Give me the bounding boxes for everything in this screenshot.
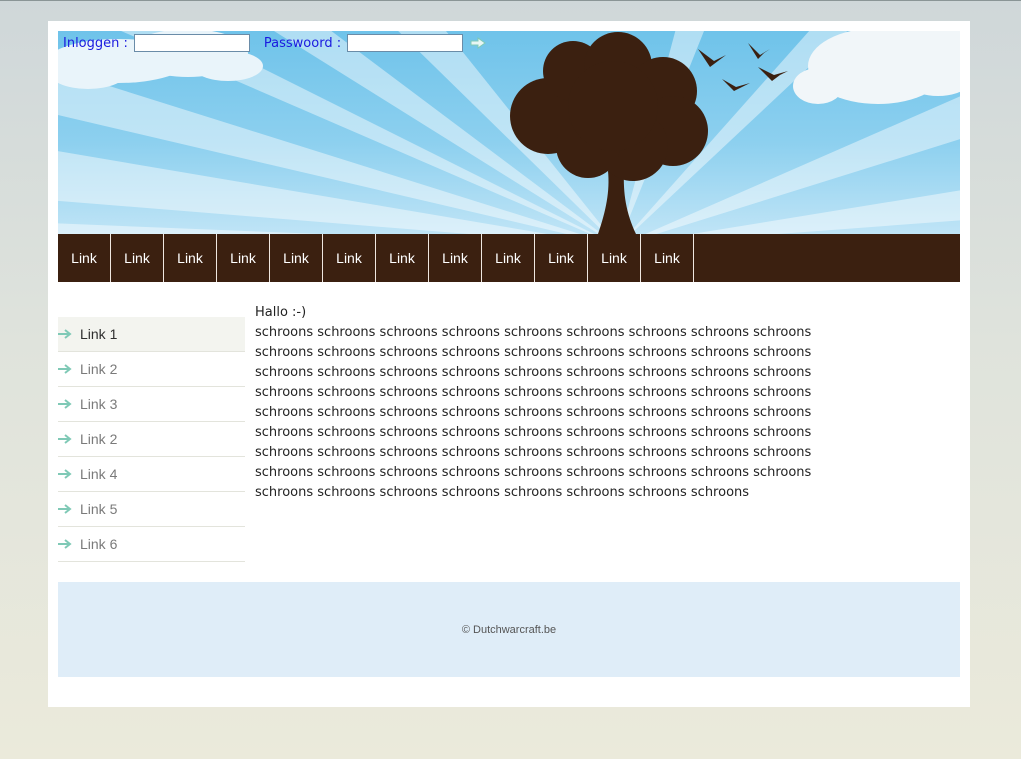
nav-link-11[interactable]: Link — [588, 234, 641, 282]
sidebar-item-label: Link 3 — [80, 396, 118, 412]
nav-link-2[interactable]: Link — [111, 234, 164, 282]
main-navigation: Link Link Link Link Link Link Link Link … — [58, 234, 960, 282]
arrow-right-icon — [58, 364, 72, 374]
nav-link-3[interactable]: Link — [164, 234, 217, 282]
username-label: Inloggen : — [63, 35, 128, 51]
sidebar-item-link-6[interactable]: Link 6 — [58, 527, 245, 562]
nav-link-8[interactable]: Link — [429, 234, 482, 282]
sidebar-item-label: Link 2 — [80, 361, 118, 377]
header-banner: Inloggen : Passwoord : — [58, 31, 960, 234]
password-label: Passwoord : — [263, 35, 342, 51]
arrow-right-icon — [58, 329, 72, 339]
nav-link-1[interactable]: Link — [58, 234, 111, 282]
sidebar-item-label: Link 2 — [80, 431, 118, 447]
sidebar-item-link-5[interactable]: Link 5 — [58, 492, 245, 527]
username-input[interactable] — [133, 34, 250, 52]
header-artwork — [58, 31, 960, 234]
arrow-right-icon — [58, 539, 72, 549]
sidebar-item-label: Link 6 — [80, 536, 118, 552]
nav-link-10[interactable]: Link — [535, 234, 588, 282]
sidebar-item-link-1[interactable]: Link 1 — [58, 317, 245, 352]
sidebar-item-link-2[interactable]: Link 2 — [58, 352, 245, 387]
arrow-right-icon — [470, 37, 486, 49]
arrow-right-icon — [58, 434, 72, 444]
login-submit-button[interactable] — [469, 35, 487, 51]
nav-link-5[interactable]: Link — [270, 234, 323, 282]
nav-link-7[interactable]: Link — [376, 234, 429, 282]
arrow-right-icon — [58, 469, 72, 479]
content-text: schroons schroons schroons schroons schr… — [255, 325, 812, 500]
arrow-right-icon — [58, 399, 72, 409]
password-input[interactable] — [347, 34, 464, 52]
page-container: Inloggen : Passwoord : Link Link Link Li… — [48, 21, 970, 707]
arrow-right-icon — [58, 504, 72, 514]
footer: © Dutchwarcraft.be — [58, 582, 960, 677]
sidebar-item-label: Link 4 — [80, 466, 118, 482]
sidebar-item-label: Link 5 — [80, 501, 118, 517]
footer-copyright: © Dutchwarcraft.be — [461, 623, 557, 636]
sidebar-item-link-2b[interactable]: Link 2 — [58, 422, 245, 457]
nav-link-4[interactable]: Link — [217, 234, 270, 282]
main-content: Hallo :-) schroons schroons schroons sch… — [255, 303, 815, 503]
sidebar-item-label: Link 1 — [80, 326, 118, 342]
nav-link-6[interactable]: Link — [323, 234, 376, 282]
login-form: Inloggen : Passwoord : — [63, 32, 487, 54]
sidebar-item-link-4[interactable]: Link 4 — [58, 457, 245, 492]
sidebar-item-link-3[interactable]: Link 3 — [58, 387, 245, 422]
content-greeting: Hallo :-) — [255, 305, 307, 320]
tree-silhouette — [510, 32, 708, 234]
nav-link-9[interactable]: Link — [482, 234, 535, 282]
window-top-border — [0, 0, 1021, 1]
nav-link-12[interactable]: Link — [641, 234, 694, 282]
sidebar-menu: Link 1 Link 2 Link 3 Link 2 Link 4 Link … — [58, 317, 245, 562]
